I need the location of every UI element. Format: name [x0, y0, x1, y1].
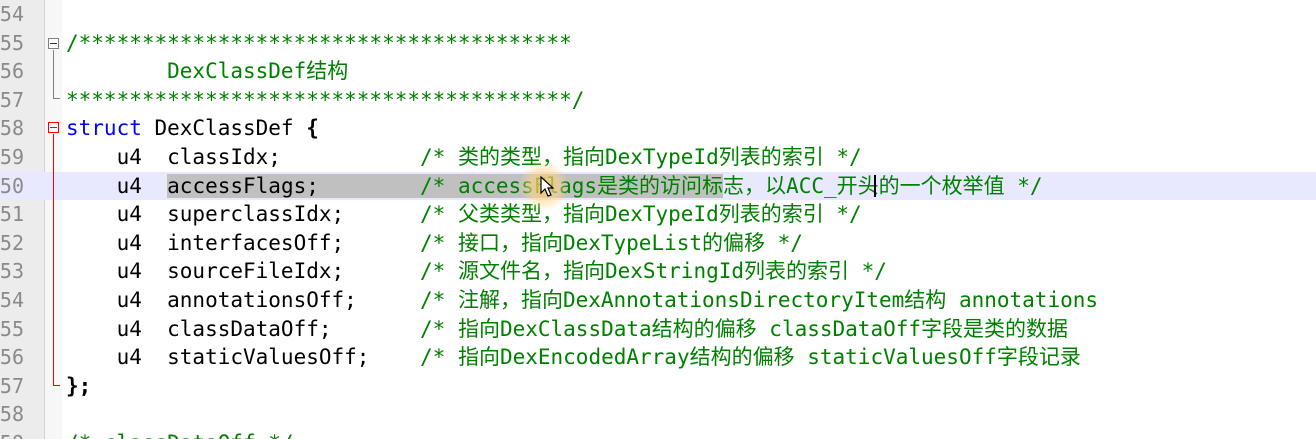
code-token: {: [306, 116, 319, 141]
fold-end-marker-struct: [53, 385, 60, 386]
line-number: 52: [0, 230, 24, 255]
fold-collapse-icon-struct[interactable]: [48, 122, 59, 133]
code-token: /* 指向DexClassData结构的偏移 classDataOff字段是类的…: [420, 316, 1069, 341]
line-code[interactable]: u4 superclassIdx; /* 父类类型，指向DexTypeId列表的…: [66, 200, 862, 229]
code-token: /* 类的类型，指向DexTypeId列表的索引 */: [420, 145, 862, 169]
line-number: 59: [0, 145, 24, 169]
code-line[interactable]: 56 u4 staticValuesOff; /* 指向DexEncodedAr…: [0, 343, 1316, 372]
code-line[interactable]: 51 u4 superclassIdx; /* 父类类型，指向DexTypeId…: [0, 200, 1316, 229]
line-number: 56: [0, 59, 24, 84]
line-number: 58: [0, 116, 24, 141]
code-line[interactable]: 53 u4 sourceFileIdx; /* 源文件名，指向DexString…: [0, 257, 1316, 286]
mouse-pointer-icon: [540, 176, 554, 197]
line-number: 59: [0, 429, 24, 439]
code-line[interactable]: 55 /*************************************…: [0, 29, 1316, 58]
line-code[interactable]: DexClassDef结构: [66, 57, 348, 86]
fold-guide: [53, 50, 54, 98]
line-code[interactable]: ****************************************…: [66, 86, 584, 115]
line-number: 57: [0, 87, 24, 112]
code-token: /* classDataOff */: [66, 431, 294, 439]
fold-collapse-icon[interactable]: [48, 38, 59, 49]
code-token: u4 staticValuesOff;: [66, 345, 421, 370]
code-line[interactable]: 58 struct DexClassDef {: [0, 114, 1316, 143]
line-number: 53: [0, 259, 24, 284]
code-token: u4 annotationsOff;: [66, 288, 421, 312]
code-token: /* 源文件名，指向DexStringId列表的索引 */: [420, 259, 887, 284]
line-number: 55: [0, 316, 24, 341]
code-line[interactable]: 57};: [0, 372, 1316, 401]
code-token: /* 注解，指向DexAnnotationsDirectoryItem结构 an…: [420, 288, 1099, 312]
line-code[interactable]: };: [66, 372, 91, 401]
code-token: 志，以ACC_开头的一个枚举值 */: [723, 173, 1043, 198]
line-code[interactable]: struct DexClassDef {: [66, 114, 319, 143]
code-line[interactable]: 54 u4 annotationsOff; /* 注解，指向DexAnnotat…: [0, 286, 1316, 315]
code-token: DexClassDef: [141, 116, 307, 141]
line-number: 58: [0, 402, 24, 427]
line-code[interactable]: u4 staticValuesOff; /* 指向DexEncodedArray…: [66, 343, 1081, 372]
code-token: /* accessFlags是类的访问标: [420, 173, 724, 198]
code-line[interactable]: 54: [0, 0, 1316, 29]
code-token: u4 superclassIdx;: [66, 202, 421, 227]
code-line[interactable]: 58: [0, 400, 1316, 429]
code-token: accessFlags;: [167, 173, 421, 198]
line-number: 56: [0, 345, 24, 370]
code-line[interactable]: 55 u4 classDataOff; /* 指向DexClassData结构的…: [0, 315, 1316, 344]
code-line[interactable]: 59 u4 classIdx; /* 类的类型，指向DexTypeId列表的索引…: [0, 143, 1316, 172]
text-caret: [874, 175, 876, 197]
code-line[interactable]: 50 u4 accessFlags; /* accessFlags是类的访问标志…: [0, 171, 1316, 201]
line-code[interactable]: /***************************************: [66, 29, 572, 58]
code-line[interactable]: 57 **************************************…: [0, 86, 1316, 115]
code-token: DexClassDef结构: [66, 59, 349, 84]
code-token: u4 classIdx;: [66, 145, 421, 169]
line-number: 51: [0, 202, 24, 227]
code-token: ****************************************…: [66, 87, 585, 112]
code-token: /* 接口，指向DexTypeList的偏移 */: [420, 230, 803, 255]
line-number: 57: [0, 373, 24, 398]
code-token: struct: [66, 116, 142, 141]
code-line[interactable]: 59 /* classDataOff */: [0, 429, 1316, 439]
code-token: u4: [66, 173, 168, 198]
line-code[interactable]: u4 annotationsOff; /* 注解，指向DexAnnotation…: [66, 286, 1098, 315]
code-token: u4 interfacesOff;: [66, 230, 421, 255]
line-code[interactable]: /* classDataOff */: [66, 429, 294, 439]
line-number: 54: [0, 2, 24, 26]
code-editor[interactable]: 54 55 /***********************************…: [0, 0, 1316, 439]
code-token: /***************************************: [66, 30, 572, 55]
code-line[interactable]: 56 DexClassDef结构: [0, 57, 1316, 86]
fold-end-marker: [53, 98, 60, 99]
line-code[interactable]: u4 sourceFileIdx; /* 源文件名，指向DexStringId列…: [66, 257, 887, 286]
code-token: /* 父类类型，指向DexTypeId列表的索引 */: [420, 202, 862, 227]
line-code[interactable]: u4 classDataOff; /* 指向DexClassData结构的偏移 …: [66, 315, 1068, 344]
code-token: u4 classDataOff;: [66, 316, 421, 341]
line-code[interactable]: u4 interfacesOff; /* 接口，指向DexTypeList的偏移…: [66, 229, 803, 258]
line-number: 55: [0, 30, 24, 55]
line-number: 50: [0, 173, 24, 198]
code-token: /* 指向DexEncodedArray结构的偏移 staticValuesOf…: [420, 345, 1081, 370]
code-token: u4 sourceFileIdx;: [66, 259, 421, 284]
fold-guide-struct: [53, 134, 54, 385]
line-code[interactable]: u4 classIdx; /* 类的类型，指向DexTypeId列表的索引 */: [66, 143, 862, 172]
code-token: };: [66, 373, 92, 398]
line-number: 54: [0, 288, 24, 312]
code-line[interactable]: 52 u4 interfacesOff; /* 接口，指向DexTypeList…: [0, 229, 1316, 258]
